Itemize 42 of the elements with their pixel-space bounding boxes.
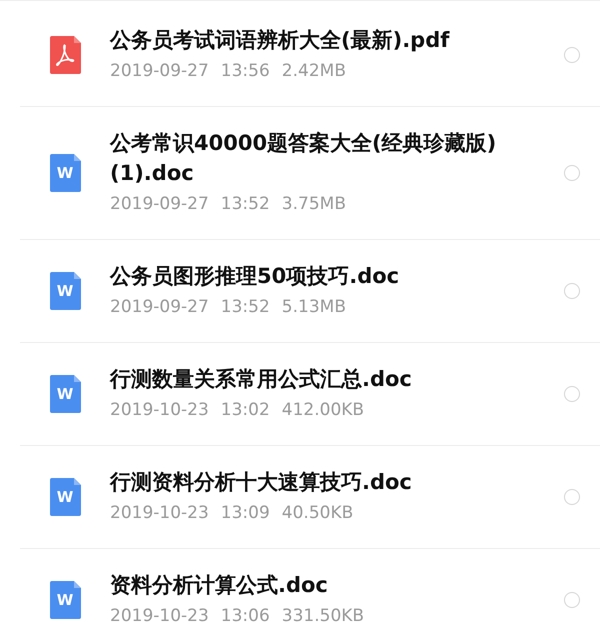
select-radio[interactable] [564,386,580,402]
select-radio[interactable] [564,165,580,181]
file-time: 13:52 [220,194,270,214]
file-date: 2019-09-27 [110,61,209,81]
file-date: 2019-09-27 [110,194,209,214]
file-time: 13:52 [220,297,270,317]
file-size: 2.42MB [282,61,346,81]
file-date: 2019-10-23 [110,400,209,420]
file-item[interactable]: W 行测资料分析十大速算技巧.doc 2019-10-23 13:09 40.50KB [20,446,600,549]
file-date: 2019-10-23 [110,503,209,523]
file-date: 2019-10-23 [110,606,209,626]
file-item[interactable]: W 资料分析计算公式.doc 2019-10-23 13:06 331.50KB [20,549,600,637]
select-radio[interactable] [564,592,580,608]
file-size: 412.00KB [282,400,364,420]
file-name: 行测资料分析十大速算技巧.doc [110,469,413,496]
file-size: 331.50KB [282,606,364,626]
file-name: 公务员考试词语辨析大全(最新).pdf [110,27,450,54]
pdf-file-icon [50,36,80,74]
word-file-icon: W [50,154,80,192]
word-file-icon: W [50,478,80,516]
file-item[interactable]: 公务员考试词语辨析大全(最新).pdf 2019-09-27 13:56 2.42MB [20,4,600,107]
file-name: 公务员图形推理50项技巧.doc [110,263,400,290]
file-time: 13:09 [220,503,270,523]
file-size: 5.13MB [282,297,346,317]
file-item[interactable]: W 公务员图形推理50项技巧.doc 2019-09-27 13:52 5.13MB [20,240,600,343]
file-date: 2019-09-27 [110,297,209,317]
file-item[interactable]: W 公考常识40000题答案大全(经典珍藏版)(1).doc 2019-09-27 13:52 3.75MB [20,107,600,240]
select-radio[interactable] [564,283,580,299]
select-radio[interactable] [564,489,580,505]
file-name: 资料分析计算公式.doc [110,572,329,599]
word-file-icon: W [50,375,80,413]
file-time: 13:02 [220,400,270,420]
file-size: 40.50KB [282,503,354,523]
select-radio[interactable] [564,47,580,63]
file-size: 3.75MB [282,194,346,214]
file-name: 公考常识40000题答案大全(经典珍藏版)(1).doc [110,130,498,187]
word-file-icon: W [50,581,80,619]
word-file-icon: W [50,272,80,310]
file-time: 13:06 [220,606,270,626]
file-name: 行测数量关系常用公式汇总.doc [110,366,413,393]
file-item[interactable]: W 行测数量关系常用公式汇总.doc 2019-10-23 13:02 412.00KB [20,343,600,446]
file-time: 13:56 [220,61,270,81]
